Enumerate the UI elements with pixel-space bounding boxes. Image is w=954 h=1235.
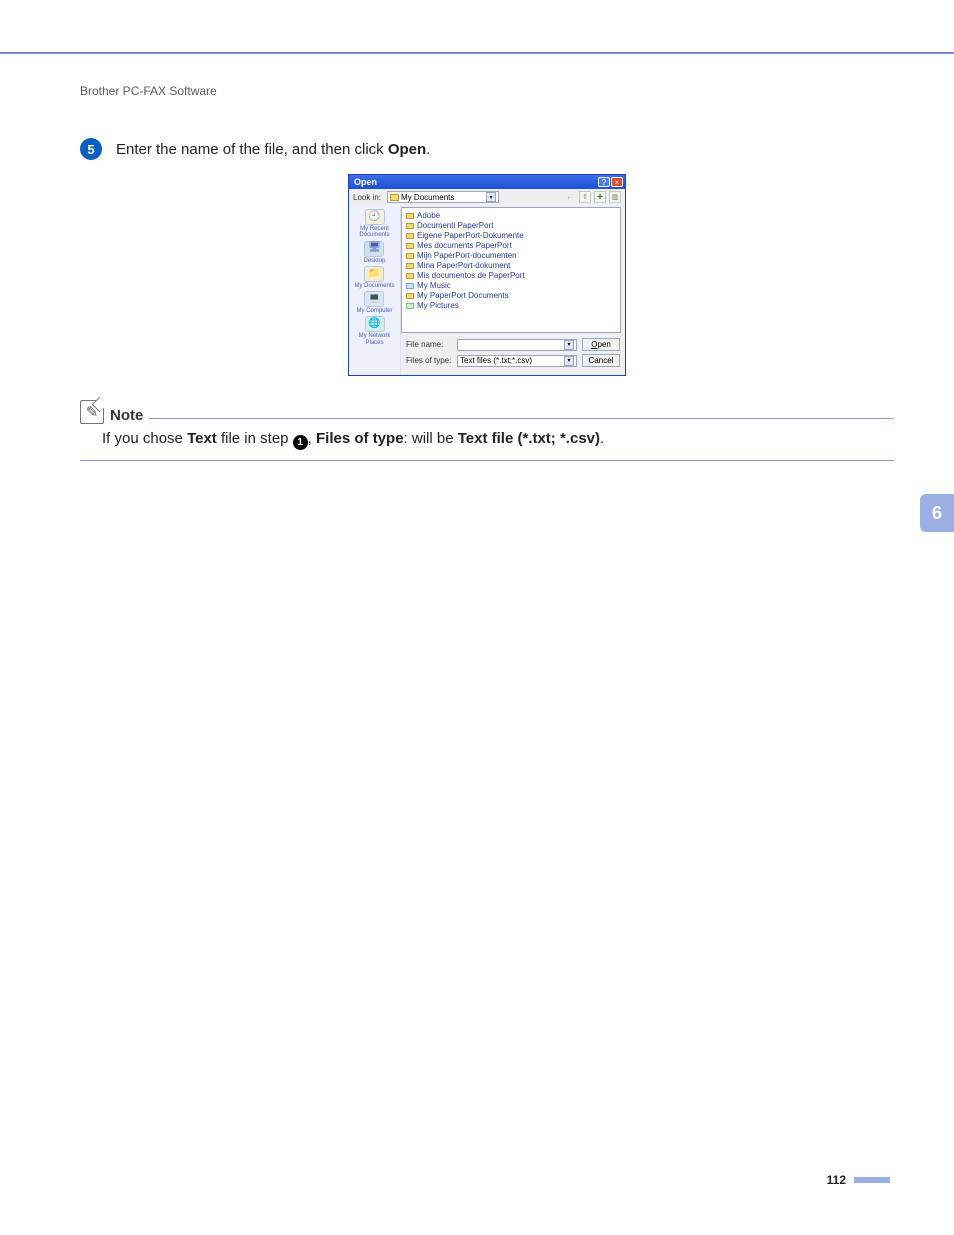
top-bar [0, 0, 954, 54]
close-button[interactable]: × [611, 177, 623, 187]
list-item: Eigene PaperPort-Dokumente [406, 231, 616, 240]
desktop-icon: 🖥 [364, 241, 384, 257]
place-documents[interactable]: 📁 My Documents [354, 266, 394, 289]
folder-icon [406, 223, 414, 229]
place-computer-label: My Computer [356, 308, 392, 314]
chevron-down-icon[interactable]: ▾ [564, 340, 574, 350]
place-network-label: My Network Places [349, 333, 400, 346]
lookin-value: My Documents [401, 193, 454, 202]
folder-icon [390, 194, 399, 201]
place-documents-label: My Documents [354, 283, 394, 289]
step-number-badge: 5 [80, 138, 102, 160]
lookin-label: Look in: [353, 193, 381, 202]
pictures-folder-icon [406, 303, 414, 309]
folder-icon [406, 273, 414, 279]
place-desktop-label: Desktop [363, 258, 385, 264]
step-text-prefix: Enter the name of the file, and then cli… [116, 141, 388, 158]
list-item: Mes documents PaperPort [406, 241, 616, 250]
back-icon[interactable]: ← [564, 191, 576, 203]
chapter-tab: 6 [920, 494, 954, 532]
running-header: Brother PC-FAX Software [80, 84, 894, 98]
new-folder-icon[interactable]: ✚ [594, 191, 606, 203]
recent-documents-icon: 🕘 [365, 209, 385, 225]
note-icon: ✎ [80, 400, 104, 424]
chevron-down-icon[interactable]: ▾ [486, 192, 496, 202]
open-button[interactable]: Open [582, 338, 620, 351]
footer-accent [854, 1177, 890, 1183]
folder-icon [406, 233, 414, 239]
list-item: My Music [406, 281, 616, 290]
list-item: Mijn PaperPort-documenten [406, 251, 616, 260]
page-number: 112 [827, 1173, 846, 1187]
chevron-down-icon[interactable]: ▾ [564, 356, 574, 366]
help-button[interactable]: ? [598, 177, 610, 187]
cancel-button[interactable]: Cancel [582, 354, 620, 367]
place-desktop[interactable]: 🖥 Desktop [363, 241, 385, 264]
dialog-toolbar: Look in: My Documents ▾ ← ⇧ ✚ ▥ [349, 189, 625, 205]
folder-icon [406, 253, 414, 259]
filetype-label: Files of type: [406, 356, 452, 365]
dialog-title: Open [354, 177, 377, 187]
lookin-combo[interactable]: My Documents ▾ [387, 191, 499, 203]
network-places-icon: 🌐 [365, 316, 385, 332]
list-item: Mina PaperPort-dokument [406, 261, 616, 270]
my-computer-icon: 💻 [364, 291, 384, 307]
folder-icon [406, 213, 414, 219]
filename-input[interactable]: ▾ [457, 339, 577, 351]
step-text-bold: Open [388, 141, 426, 158]
note-body: If you chose Text file in step 1, Files … [80, 424, 894, 461]
place-network[interactable]: 🌐 My Network Places [349, 316, 400, 346]
divider [149, 418, 894, 419]
filetype-value: Text files (*.txt;*.csv) [460, 356, 532, 365]
page-footer: 112 [827, 1173, 890, 1187]
note-heading: Note [110, 407, 143, 424]
views-icon[interactable]: ▥ [609, 191, 621, 203]
place-recent[interactable]: 🕘 My Recent Documents [349, 209, 400, 239]
list-item: Documenti PaperPort [406, 221, 616, 230]
dialog-titlebar: Open ? × [349, 175, 625, 189]
up-one-level-icon[interactable]: ⇧ [579, 191, 591, 203]
note-callout: ✎ Note If you chose Text file in step 1,… [80, 400, 894, 461]
instruction-step: 5 Enter the name of the file, and then c… [80, 138, 894, 160]
folder-icon [406, 293, 414, 299]
filename-label: File name: [406, 340, 452, 349]
places-bar: 🕘 My Recent Documents 🖥 Desktop 📁 My Doc… [349, 205, 401, 375]
place-recent-label: My Recent Documents [349, 226, 400, 239]
filetype-combo[interactable]: Text files (*.txt;*.csv) ▾ [457, 355, 577, 367]
list-item: My PaperPort Documents [406, 291, 616, 300]
list-item: Mis documentos de PaperPort [406, 271, 616, 280]
list-item: Adobe [406, 211, 616, 220]
open-dialog: Open ? × Look in: My Documents ▾ ← ⇧ ✚ ▥ [348, 174, 626, 376]
step-text: Enter the name of the file, and then cli… [116, 141, 430, 158]
list-item: My Pictures [406, 301, 616, 310]
folder-icon [406, 243, 414, 249]
folder-icon [406, 263, 414, 269]
step-reference-badge: 1 [293, 435, 308, 450]
step-text-suffix: . [426, 141, 430, 158]
file-list[interactable]: Adobe Documenti PaperPort Eigene PaperPo… [401, 207, 621, 333]
music-folder-icon [406, 283, 414, 289]
place-computer[interactable]: 💻 My Computer [356, 291, 392, 314]
my-documents-icon: 📁 [364, 266, 384, 282]
